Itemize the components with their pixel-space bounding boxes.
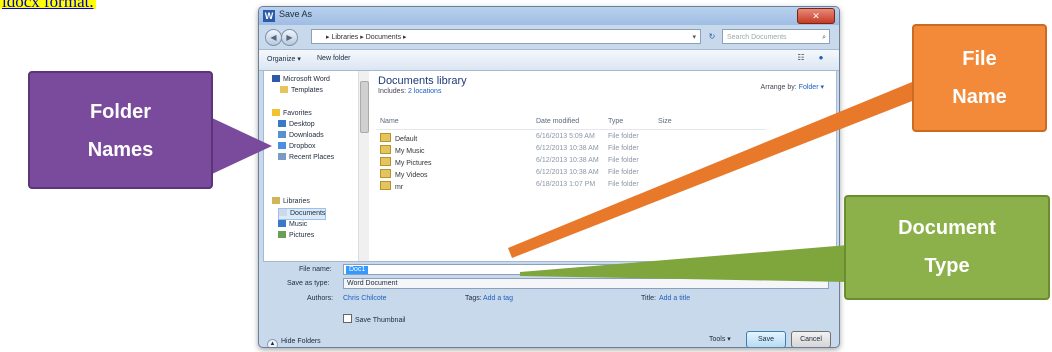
chevron-up-icon: ▲ bbox=[267, 339, 278, 347]
column-size[interactable]: Size bbox=[658, 118, 672, 125]
folder-icon bbox=[380, 133, 391, 142]
file-row[interactable]: Default 6/16/2013 5:09 AM File folder bbox=[376, 131, 766, 143]
search-input[interactable]: Search Documents ⌕ bbox=[722, 29, 830, 44]
save-as-dialog: W Save As ✕ ◀ ▶ ▸ Libraries ▸ Documents … bbox=[258, 6, 840, 348]
folder-icon bbox=[380, 157, 391, 166]
nav-item-libraries[interactable]: Libraries bbox=[272, 197, 310, 207]
library-header: Documents library Includes: 2 locations bbox=[378, 75, 467, 95]
new-folder-button[interactable]: New folder bbox=[317, 55, 350, 62]
chevron-down-icon[interactable]: ▾ bbox=[692, 30, 696, 45]
tags-label: Tags: bbox=[465, 295, 482, 302]
arrange-by: Arrange by: Folder ▾ bbox=[760, 84, 824, 91]
hide-folders-button[interactable]: ▲ Hide Folders bbox=[267, 338, 321, 347]
nav-item-favorites[interactable]: Favorites bbox=[272, 109, 312, 119]
documents-icon bbox=[279, 209, 287, 216]
nav-item-dropbox[interactable]: Dropbox bbox=[278, 142, 315, 152]
save-type-label: Save as type: bbox=[287, 280, 330, 287]
file-row[interactable]: mr 6/18/2013 1:07 PM File folder bbox=[376, 179, 766, 191]
nav-item-microsoft-word[interactable]: Microsoft Word bbox=[272, 75, 330, 85]
callout-file-name: File Name bbox=[912, 24, 1047, 132]
caption-text: ldocx format. bbox=[0, 0, 96, 9]
desktop-icon bbox=[278, 120, 286, 127]
nav-buttons: ◀ ▶ bbox=[265, 29, 298, 46]
nav-item-recent-places[interactable]: Recent Places bbox=[278, 153, 334, 163]
column-type[interactable]: Type bbox=[608, 118, 623, 125]
word-app-icon: W bbox=[263, 10, 275, 22]
nav-item-music[interactable]: Music bbox=[278, 220, 307, 230]
column-name[interactable]: Name bbox=[380, 118, 399, 125]
file-row[interactable]: My Pictures 6/12/2013 10:38 AM File folder bbox=[376, 155, 766, 167]
nav-item-templates[interactable]: Templates bbox=[280, 86, 323, 96]
forward-arrow-icon[interactable]: ▶ bbox=[281, 29, 298, 46]
star-icon bbox=[272, 109, 280, 116]
pictures-icon bbox=[278, 231, 286, 238]
window-title: Save As bbox=[279, 9, 313, 19]
nav-item-pictures[interactable]: Pictures bbox=[278, 231, 314, 241]
title-label: Title: bbox=[641, 295, 656, 302]
organize-button[interactable]: Organize ▾ bbox=[267, 55, 301, 63]
column-headers: Name Date modified Type Size bbox=[376, 117, 766, 130]
libraries-icon bbox=[272, 197, 280, 204]
folder-icon bbox=[380, 169, 391, 178]
nav-item-documents[interactable]: Documents bbox=[278, 208, 327, 220]
recent-icon bbox=[278, 153, 286, 160]
nav-item-desktop[interactable]: Desktop bbox=[278, 120, 315, 130]
close-button[interactable]: ✕ bbox=[797, 8, 835, 24]
library-title: Documents library bbox=[378, 75, 467, 87]
help-icon[interactable]: ● bbox=[815, 53, 827, 65]
breadcrumb-path: ▸ Libraries ▸ Documents ▸ bbox=[326, 34, 407, 41]
locations-link[interactable]: 2 locations bbox=[408, 88, 441, 95]
search-placeholder: Search Documents bbox=[727, 34, 787, 41]
file-row[interactable]: My Music 6/12/2013 10:38 AM File folder bbox=[376, 143, 766, 155]
search-icon: ⌕ bbox=[822, 34, 826, 41]
save-type-select[interactable]: Word Document bbox=[343, 278, 829, 289]
scrollbar-thumb[interactable] bbox=[360, 81, 369, 133]
save-thumbnail-checkbox[interactable]: Save Thumbnail bbox=[343, 314, 405, 324]
folder-icon bbox=[280, 86, 288, 93]
callout-document-type: Document Type bbox=[844, 195, 1050, 300]
refresh-icon[interactable]: ↻ bbox=[705, 29, 719, 44]
arrange-by-dropdown[interactable]: Folder ▾ bbox=[799, 84, 824, 91]
word-icon bbox=[272, 75, 280, 82]
tools-dropdown[interactable]: Tools ▾ bbox=[709, 335, 731, 343]
file-row[interactable]: My Videos 6/12/2013 10:38 AM File folder bbox=[376, 167, 766, 179]
save-button[interactable]: Save bbox=[746, 331, 786, 347]
dropbox-icon bbox=[278, 142, 286, 149]
file-name-input[interactable]: Doc1 bbox=[343, 264, 829, 275]
file-name-value: Doc1 bbox=[346, 266, 369, 274]
authors-value[interactable]: Chris Chilcote bbox=[343, 295, 387, 302]
view-icon[interactable]: ☷ bbox=[795, 53, 807, 65]
nav-item-downloads[interactable]: Downloads bbox=[278, 131, 324, 141]
address-bar: ◀ ▶ ▸ Libraries ▸ Documents ▸ ▾ ↻ Search… bbox=[259, 25, 839, 49]
downloads-icon bbox=[278, 131, 286, 138]
callout-folder-names: Folder Names bbox=[28, 71, 213, 189]
column-date-modified[interactable]: Date modified bbox=[536, 118, 579, 125]
title-bar: W Save As ✕ bbox=[259, 7, 839, 25]
cancel-button[interactable]: Cancel bbox=[791, 331, 831, 347]
command-bar: Organize ▾ New folder ☷ ● bbox=[259, 49, 839, 71]
tags-value[interactable]: Add a tag bbox=[483, 295, 513, 302]
file-name-label: File name: bbox=[299, 266, 332, 273]
checkbox-icon bbox=[343, 314, 352, 323]
navigation-pane: Microsoft Word Templates Favorites Deskt… bbox=[264, 71, 358, 261]
authors-label: Authors: bbox=[307, 295, 334, 302]
folder-icon bbox=[380, 145, 391, 154]
browser-pane: Microsoft Word Templates Favorites Deskt… bbox=[263, 70, 837, 262]
save-form: File name: Doc1 Save as type: Word Docum… bbox=[259, 261, 839, 347]
nav-scrollbar[interactable] bbox=[358, 71, 369, 261]
breadcrumb[interactable]: ▸ Libraries ▸ Documents ▸ ▾ bbox=[311, 29, 701, 44]
title-value[interactable]: Add a title bbox=[659, 295, 690, 302]
back-arrow-icon[interactable]: ◀ bbox=[265, 29, 282, 46]
folder-icon bbox=[380, 181, 391, 190]
library-includes: Includes: 2 locations bbox=[378, 88, 442, 95]
music-icon bbox=[278, 220, 286, 227]
